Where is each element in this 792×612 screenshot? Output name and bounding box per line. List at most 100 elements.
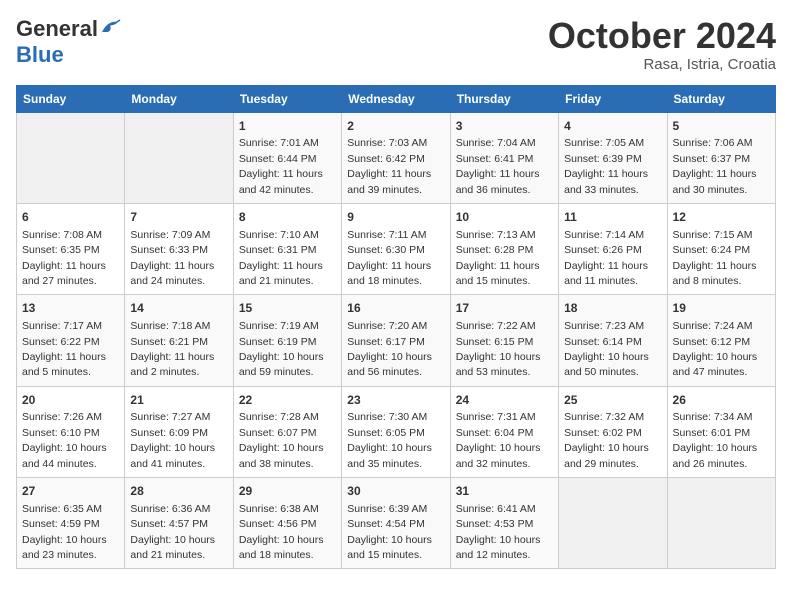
- week-row-5: 27Sunrise: 6:35 AM Sunset: 4:59 PM Dayli…: [17, 478, 776, 569]
- week-row-2: 6Sunrise: 7:08 AM Sunset: 6:35 PM Daylig…: [17, 203, 776, 294]
- calendar-cell: [667, 478, 775, 569]
- day-number: 4: [564, 118, 661, 135]
- calendar-cell: 12 Sunrise: 7:15 AM Sunset: 6:24 PM Dayli…: [667, 203, 775, 294]
- day-info: Sunrise: 7:14 AM Sunset: 6:26 PM Dayligh…: [564, 229, 648, 287]
- logo-bird-icon: [100, 18, 122, 36]
- month-title: October 2024: [548, 16, 776, 56]
- day-info: Sunrise: 7:11 AM Sunset: 6:30 PM Dayligh…: [347, 229, 431, 287]
- col-header-thursday: Thursday: [450, 85, 558, 112]
- day-number: 30: [347, 483, 444, 500]
- day-info: Sunrise: 7:08 AM Sunset: 6:35 PM Dayligh…: [22, 229, 106, 287]
- calendar-cell: 1 Sunrise: 7:01 AM Sunset: 6:44 PM Daylig…: [233, 112, 341, 203]
- calendar-cell: 26Sunrise: 7:34 AM Sunset: 6:01 PM Dayli…: [667, 386, 775, 477]
- day-number: 27: [22, 483, 119, 500]
- calendar-table: SundayMondayTuesdayWednesdayThursdayFrid…: [16, 85, 776, 570]
- day-number: 29: [239, 483, 336, 500]
- day-number: 31: [456, 483, 553, 500]
- day-number: 22: [239, 392, 336, 409]
- calendar-cell: 27Sunrise: 6:35 AM Sunset: 4:59 PM Dayli…: [17, 478, 125, 569]
- calendar-cell: 24Sunrise: 7:31 AM Sunset: 6:04 PM Dayli…: [450, 386, 558, 477]
- day-info: Sunrise: 7:24 AM Sunset: 6:12 PM Dayligh…: [673, 320, 758, 378]
- calendar-cell: 15 Sunrise: 7:19 AM Sunset: 6:19 PM Dayli…: [233, 295, 341, 386]
- day-number: 13: [22, 300, 119, 317]
- day-info: Sunrise: 6:36 AM Sunset: 4:57 PM Dayligh…: [130, 503, 215, 561]
- day-info: Sunrise: 6:41 AM Sunset: 4:53 PM Dayligh…: [456, 503, 541, 561]
- col-header-wednesday: Wednesday: [342, 85, 450, 112]
- day-number: 14: [130, 300, 227, 317]
- col-header-tuesday: Tuesday: [233, 85, 341, 112]
- day-info: Sunrise: 7:27 AM Sunset: 6:09 PM Dayligh…: [130, 411, 215, 469]
- calendar-cell: 2 Sunrise: 7:03 AM Sunset: 6:42 PM Daylig…: [342, 112, 450, 203]
- day-info: Sunrise: 7:30 AM Sunset: 6:05 PM Dayligh…: [347, 411, 432, 469]
- day-info: Sunrise: 7:22 AM Sunset: 6:15 PM Dayligh…: [456, 320, 541, 378]
- day-info: Sunrise: 7:13 AM Sunset: 6:28 PM Dayligh…: [456, 229, 540, 287]
- day-info: Sunrise: 7:01 AM Sunset: 6:44 PM Dayligh…: [239, 137, 323, 195]
- day-number: 3: [456, 118, 553, 135]
- col-header-friday: Friday: [559, 85, 667, 112]
- header-row: SundayMondayTuesdayWednesdayThursdayFrid…: [17, 85, 776, 112]
- day-info: Sunrise: 7:19 AM Sunset: 6:19 PM Dayligh…: [239, 320, 324, 378]
- day-info: Sunrise: 6:39 AM Sunset: 4:54 PM Dayligh…: [347, 503, 432, 561]
- day-info: Sunrise: 7:32 AM Sunset: 6:02 PM Dayligh…: [564, 411, 649, 469]
- day-info: Sunrise: 7:15 AM Sunset: 6:24 PM Dayligh…: [673, 229, 757, 287]
- calendar-cell: 18 Sunrise: 7:23 AM Sunset: 6:14 PM Dayli…: [559, 295, 667, 386]
- day-number: 28: [130, 483, 227, 500]
- col-header-sunday: Sunday: [17, 85, 125, 112]
- title-block: October 2024 Rasa, Istria, Croatia: [548, 16, 776, 73]
- calendar-cell: 17 Sunrise: 7:22 AM Sunset: 6:15 PM Dayli…: [450, 295, 558, 386]
- col-header-monday: Monday: [125, 85, 233, 112]
- day-number: 1: [239, 118, 336, 135]
- calendar-cell: 31 Sunrise: 6:41 AM Sunset: 4:53 PM Dayli…: [450, 478, 558, 569]
- page-header: General Blue October 2024 Rasa, Istria, …: [16, 16, 776, 73]
- col-header-saturday: Saturday: [667, 85, 775, 112]
- day-number: 16: [347, 300, 444, 317]
- day-info: Sunrise: 6:38 AM Sunset: 4:56 PM Dayligh…: [239, 503, 324, 561]
- calendar-cell: 7Sunrise: 7:09 AM Sunset: 6:33 PM Daylig…: [125, 203, 233, 294]
- calendar-cell: 8Sunrise: 7:10 AM Sunset: 6:31 PM Daylig…: [233, 203, 341, 294]
- calendar-cell: 4 Sunrise: 7:05 AM Sunset: 6:39 PM Daylig…: [559, 112, 667, 203]
- day-info: Sunrise: 7:05 AM Sunset: 6:39 PM Dayligh…: [564, 137, 648, 195]
- calendar-cell: 23Sunrise: 7:30 AM Sunset: 6:05 PM Dayli…: [342, 386, 450, 477]
- day-number: 19: [673, 300, 770, 317]
- logo: General Blue: [16, 16, 122, 68]
- calendar-cell: 3 Sunrise: 7:04 AM Sunset: 6:41 PM Daylig…: [450, 112, 558, 203]
- calendar-cell: 11 Sunrise: 7:14 AM Sunset: 6:26 PM Dayli…: [559, 203, 667, 294]
- day-info: Sunrise: 7:17 AM Sunset: 6:22 PM Dayligh…: [22, 320, 106, 378]
- week-row-4: 20 Sunrise: 7:26 AM Sunset: 6:10 PM Dayli…: [17, 386, 776, 477]
- day-info: Sunrise: 7:03 AM Sunset: 6:42 PM Dayligh…: [347, 137, 431, 195]
- day-number: 21: [130, 392, 227, 409]
- day-info: Sunrise: 7:23 AM Sunset: 6:14 PM Dayligh…: [564, 320, 649, 378]
- week-row-3: 13 Sunrise: 7:17 AM Sunset: 6:22 PM Dayli…: [17, 295, 776, 386]
- day-number: 17: [456, 300, 553, 317]
- calendar-cell: 10Sunrise: 7:13 AM Sunset: 6:28 PM Dayli…: [450, 203, 558, 294]
- day-info: Sunrise: 7:26 AM Sunset: 6:10 PM Dayligh…: [22, 411, 107, 469]
- day-number: 7: [130, 209, 227, 226]
- day-number: 9: [347, 209, 444, 226]
- location: Rasa, Istria, Croatia: [548, 56, 776, 73]
- calendar-cell: 6Sunrise: 7:08 AM Sunset: 6:35 PM Daylig…: [17, 203, 125, 294]
- logo-blue: Blue: [16, 42, 64, 67]
- calendar-cell: [559, 478, 667, 569]
- calendar-cell: 28 Sunrise: 6:36 AM Sunset: 4:57 PM Dayli…: [125, 478, 233, 569]
- calendar-cell: 30 Sunrise: 6:39 AM Sunset: 4:54 PM Dayli…: [342, 478, 450, 569]
- calendar-cell: 21 Sunrise: 7:27 AM Sunset: 6:09 PM Dayli…: [125, 386, 233, 477]
- day-info: Sunrise: 7:20 AM Sunset: 6:17 PM Dayligh…: [347, 320, 432, 378]
- day-info: Sunrise: 7:28 AM Sunset: 6:07 PM Dayligh…: [239, 411, 324, 469]
- day-info: Sunrise: 7:04 AM Sunset: 6:41 PM Dayligh…: [456, 137, 540, 195]
- calendar-cell: 29 Sunrise: 6:38 AM Sunset: 4:56 PM Dayli…: [233, 478, 341, 569]
- calendar-cell: [125, 112, 233, 203]
- day-number: 26: [673, 392, 770, 409]
- day-number: 2: [347, 118, 444, 135]
- day-info: Sunrise: 7:18 AM Sunset: 6:21 PM Dayligh…: [130, 320, 214, 378]
- calendar-cell: 16 Sunrise: 7:20 AM Sunset: 6:17 PM Dayli…: [342, 295, 450, 386]
- week-row-1: 1 Sunrise: 7:01 AM Sunset: 6:44 PM Daylig…: [17, 112, 776, 203]
- day-number: 18: [564, 300, 661, 317]
- calendar-cell: 9 Sunrise: 7:11 AM Sunset: 6:30 PM Daylig…: [342, 203, 450, 294]
- day-number: 15: [239, 300, 336, 317]
- calendar-cell: 19 Sunrise: 7:24 AM Sunset: 6:12 PM Dayli…: [667, 295, 775, 386]
- day-number: 20: [22, 392, 119, 409]
- calendar-cell: 25Sunrise: 7:32 AM Sunset: 6:02 PM Dayli…: [559, 386, 667, 477]
- day-number: 11: [564, 209, 661, 226]
- logo-general: General: [16, 16, 98, 42]
- day-number: 12: [673, 209, 770, 226]
